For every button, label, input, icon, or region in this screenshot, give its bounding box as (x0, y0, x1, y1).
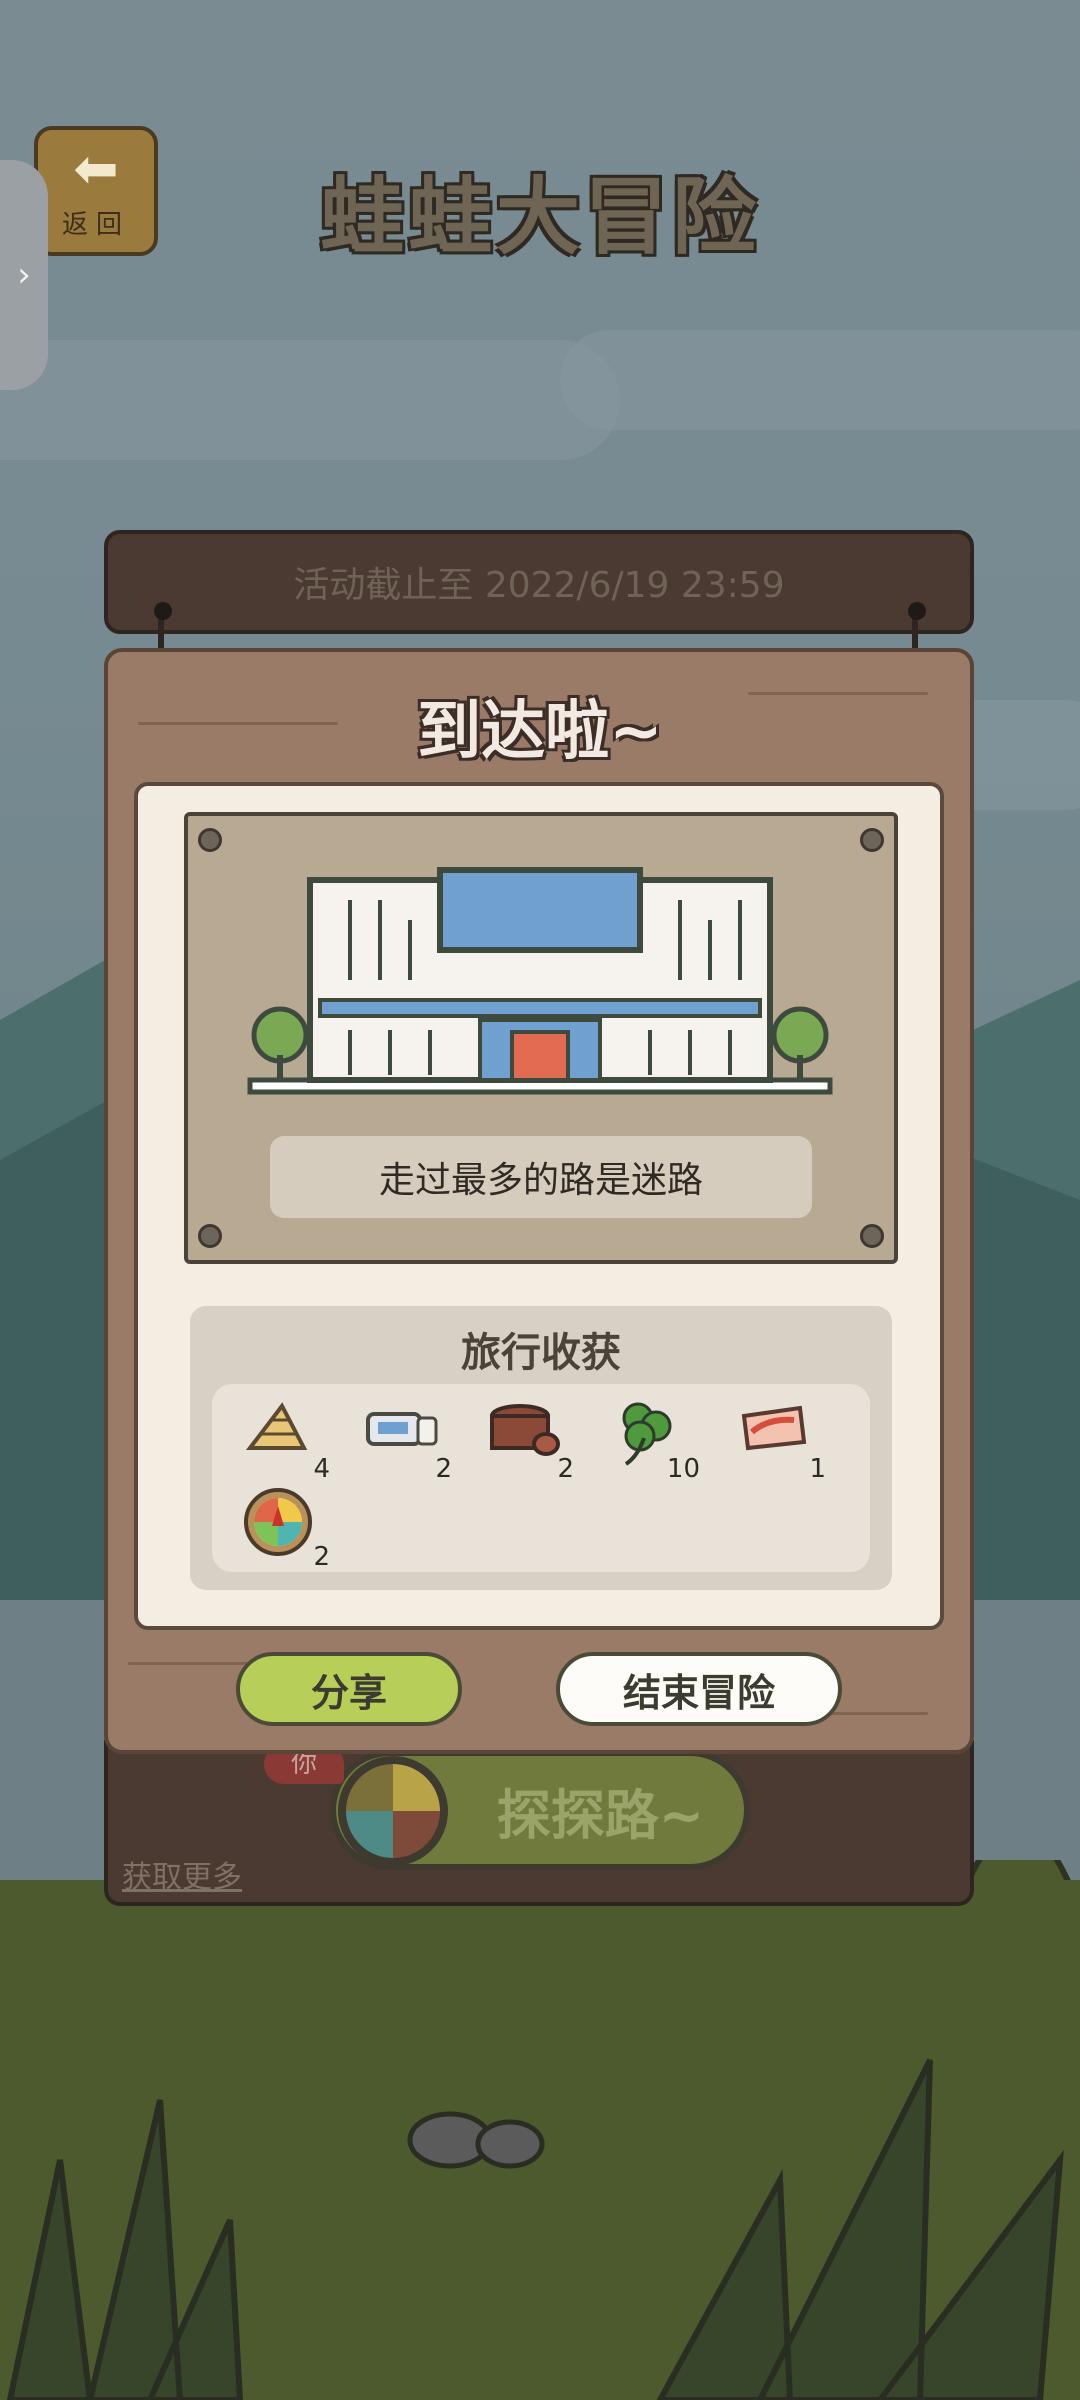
end-adventure-label: 结束冒险 (622, 1670, 775, 1715)
building-illustration (247, 867, 833, 1095)
nail (860, 828, 884, 852)
cloud (560, 330, 1080, 430)
item-quantity: 10 (666, 1454, 700, 1484)
item-quantity: 2 (435, 1454, 452, 1484)
rocks (407, 2111, 545, 2169)
harvest-grid: 4 2 2 10 1 2 (212, 1384, 870, 1572)
nail (908, 602, 926, 620)
wood-log-icon (490, 1404, 560, 1456)
item-quantity: 4 (313, 1454, 330, 1484)
deadline-board: 活动截止至 2022/6/19 23:59 (104, 530, 974, 634)
dialog-title: 到达啦~ (417, 695, 663, 769)
grass-blades (6, 2099, 244, 2400)
nail (154, 602, 172, 620)
harvest-item[interactable]: 1 (728, 1394, 838, 1484)
nail (198, 828, 222, 852)
harvest-title: 旅行收获 (461, 1330, 621, 1376)
item-quantity: 2 (313, 1542, 330, 1572)
harvest-item[interactable]: 2 (354, 1394, 464, 1484)
deadline-text: 活动截止至 2022/6/19 23:59 (293, 565, 785, 606)
compass-icon (338, 1756, 448, 1866)
bacon-icon (741, 1405, 807, 1451)
game-title: 蛙蛙大冒险 (319, 168, 760, 266)
grass-blades (656, 2058, 1064, 2400)
cloud (0, 340, 620, 460)
compass-icon (244, 1488, 312, 1556)
destination-caption: 走过最多的路是迷路 (270, 1136, 812, 1218)
harvest-item[interactable]: 4 (232, 1394, 342, 1484)
tree-icon (771, 1006, 829, 1082)
harvest-panel: 旅行收获 4 2 2 10 1 2 (190, 1306, 892, 1590)
share-label: 分享 (310, 1670, 387, 1715)
item-quantity: 1 (809, 1454, 826, 1484)
nail (860, 1224, 884, 1248)
harvest-item[interactable]: 2 (232, 1482, 342, 1572)
waffle-icon (245, 1402, 308, 1450)
end-adventure-button[interactable]: 结束冒险 (556, 1652, 842, 1726)
share-button[interactable]: 分享 (236, 1652, 462, 1726)
get-more-link[interactable]: 获取更多 (122, 1852, 242, 1896)
item-quantity: 2 (557, 1454, 574, 1484)
ticket-icon (366, 1412, 438, 1446)
harvest-item[interactable]: 10 (602, 1394, 712, 1484)
harvest-item[interactable]: 2 (476, 1394, 586, 1484)
explore-label: 探探路~ (496, 1783, 704, 1847)
nail (198, 1224, 222, 1248)
tree-icon (251, 1006, 309, 1082)
